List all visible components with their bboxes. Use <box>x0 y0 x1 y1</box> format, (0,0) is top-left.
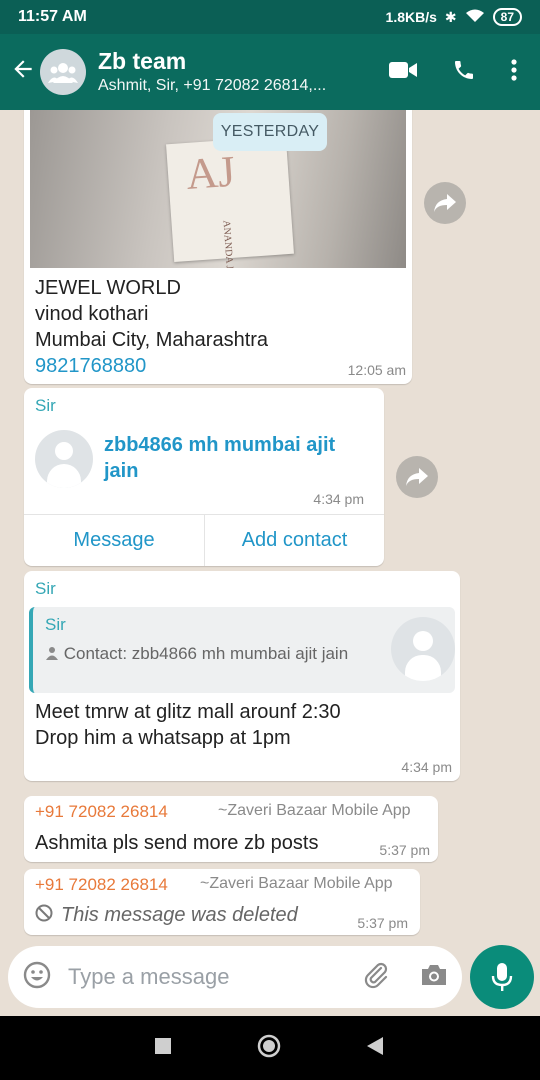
battery-indicator: 87 <box>492 8 522 26</box>
status-icons: 1.8KB/s ✱ 87 <box>386 8 522 26</box>
caption-line: Mumbai City, Maharashtra <box>35 329 269 351</box>
contact-name[interactable]: zbb4866 mh mumbai ajit jain <box>104 432 364 484</box>
message-time: 5:37 pm <box>379 842 430 858</box>
network-speed: 1.8KB/s <box>385 9 437 25</box>
person-icon <box>45 644 59 666</box>
chat-subtitle: Ashmit, Sir, +91 72082 26814,... <box>98 77 327 94</box>
card-photo: AJ ANANDA J <box>166 135 294 268</box>
message-list[interactable]: AJ ANANDA J JEWEL WORLD vinod kothari Mu… <box>0 110 540 940</box>
chat-title-block[interactable]: Zb team Ashmit, Sir, +91 72082 26814,... <box>98 47 388 97</box>
system-nav-bar <box>0 1016 540 1080</box>
date-divider: YESTERDAY <box>213 113 327 151</box>
sender-push-name: ~Zaveri Bazaar Mobile App <box>218 802 411 819</box>
quoted-text-block: Contact: zbb4866 mh mumbai ajit jain <box>45 643 365 666</box>
quoted-text: Contact: zbb4866 mh mumbai ajit jain <box>63 644 349 663</box>
camera-icon[interactable] <box>420 963 448 992</box>
image-caption: JEWEL WORLD vinod kothari Mumbai City, M… <box>35 275 268 379</box>
phone-icon[interactable] <box>452 58 476 87</box>
chat-header: Zb team Ashmit, Sir, +91 72082 26814,... <box>0 34 540 110</box>
message-sender: Sir <box>35 396 56 415</box>
message-sender: Sir <box>35 579 56 598</box>
caption-line: JEWEL WORLD <box>35 277 181 299</box>
message-time: 4:34 pm <box>313 491 364 507</box>
quoted-sender: Sir <box>45 615 66 634</box>
emoji-icon[interactable] <box>22 960 52 995</box>
card-monogram: AJ <box>184 146 237 199</box>
group-avatar-icon[interactable] <box>40 49 86 95</box>
video-call-icon[interactable] <box>388 59 418 86</box>
message-sender[interactable]: +91 72082 26814 <box>35 802 168 822</box>
nav-home-icon[interactable] <box>257 1034 281 1063</box>
reply-line: Drop him a whatsapp at 1pm <box>35 727 291 749</box>
contact-message-bubble[interactable]: Sir zbb4866 mh mumbai ajit jain 4:34 pm … <box>24 388 384 566</box>
message-contact-button[interactable]: Message <box>24 514 204 566</box>
reply-line: Meet tmrw at glitz mall arounf 2:30 <box>35 701 341 723</box>
bluetooth-icon: ✱ <box>444 8 457 25</box>
text-message-bubble[interactable]: +91 72082 26814 ~Zaveri Bazaar Mobile Ap… <box>24 796 438 862</box>
more-vert-icon[interactable] <box>510 58 518 87</box>
nav-back-icon[interactable] <box>367 1036 385 1060</box>
sender-push-name: ~Zaveri Bazaar Mobile App <box>200 875 393 892</box>
quoted-message[interactable]: Sir Contact: zbb4866 mh mumbai ajit jain <box>29 607 455 693</box>
image-message-bubble[interactable]: AJ ANANDA J JEWEL WORLD vinod kothari Mu… <box>24 110 412 384</box>
forward-icon[interactable] <box>396 456 438 498</box>
message-composer[interactable]: Type a message <box>8 946 462 1008</box>
wifi-icon <box>465 9 485 26</box>
card-brand-text: ANANDA J <box>220 219 235 268</box>
deleted-text: This message was deleted <box>61 904 298 926</box>
message-input[interactable]: Type a message <box>68 964 362 990</box>
status-time: 11:57 AM <box>18 8 87 25</box>
phone-link[interactable]: 9821768880 <box>35 353 268 379</box>
deleted-notice: This message was deleted <box>35 904 298 927</box>
attach-icon[interactable] <box>362 961 390 994</box>
chat-title: Zb team <box>98 48 187 74</box>
message-sender[interactable]: +91 72082 26814 <box>35 875 168 895</box>
reply-message-bubble[interactable]: Sir Sir Contact: zbb4866 mh mumbai ajit … <box>24 571 460 781</box>
nav-recents-icon[interactable] <box>155 1037 171 1059</box>
message-time: 12:05 am <box>347 362 406 378</box>
contact-avatar-icon <box>35 430 93 488</box>
header-actions <box>388 58 540 87</box>
back-arrow-icon[interactable] <box>0 56 40 88</box>
message-time: 4:34 pm <box>401 759 452 775</box>
message-text: Ashmita pls send more zb posts <box>35 832 319 854</box>
status-bar: 11:57 AM 1.8KB/s ✱ 87 <box>0 0 540 34</box>
deleted-message-bubble[interactable]: +91 72082 26814 ~Zaveri Bazaar Mobile Ap… <box>24 869 420 935</box>
add-contact-button[interactable]: Add contact <box>205 514 384 566</box>
quoted-avatar-icon <box>391 617 455 681</box>
message-time: 5:37 pm <box>357 915 408 931</box>
mic-icon[interactable] <box>470 945 534 1009</box>
reply-text: Meet tmrw at glitz mall arounf 2:30 Drop… <box>35 699 341 751</box>
blocked-icon <box>35 904 53 927</box>
forward-icon[interactable] <box>424 182 466 224</box>
caption-line: vinod kothari <box>35 303 149 325</box>
